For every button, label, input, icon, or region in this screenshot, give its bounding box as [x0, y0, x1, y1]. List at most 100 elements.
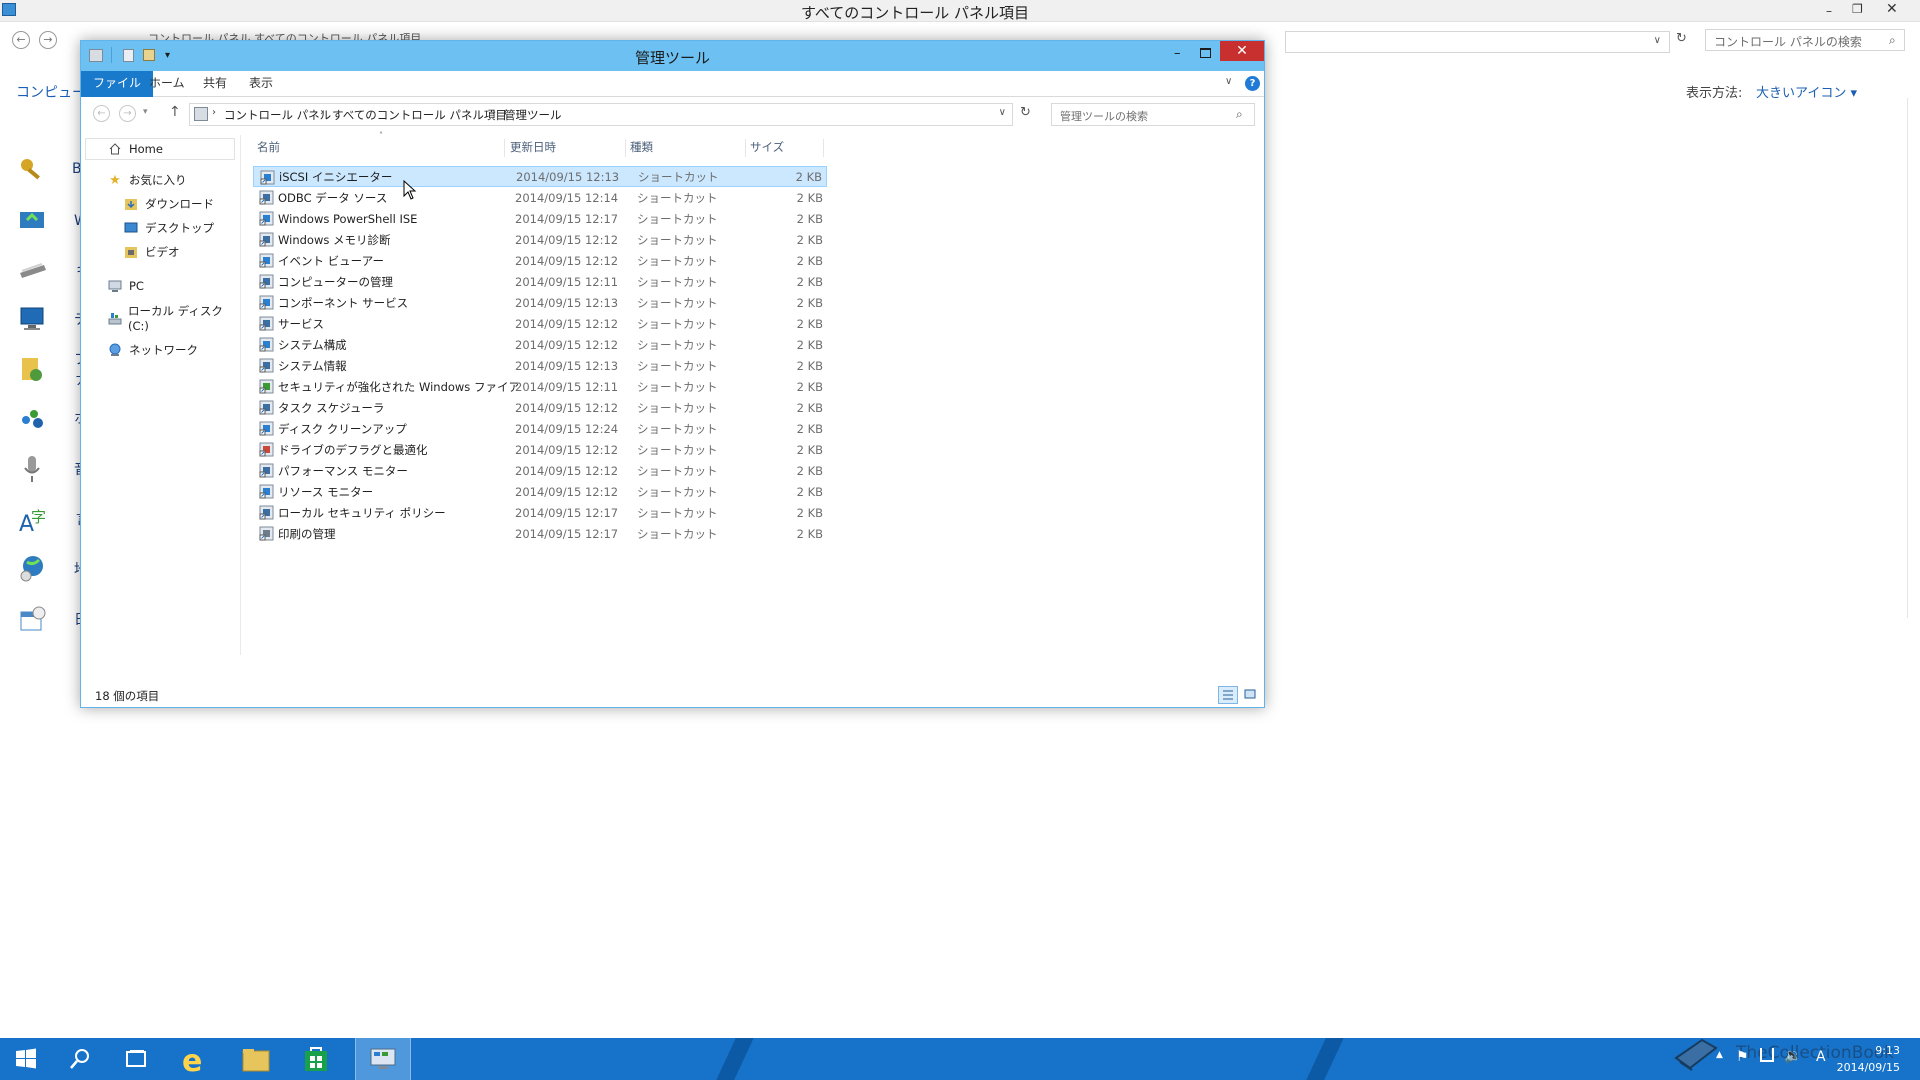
column-type[interactable]: 種類: [626, 139, 746, 157]
bg-search-icon[interactable]: ⌕: [1889, 33, 1896, 48]
task-view-button[interactable]: [110, 1038, 162, 1080]
start-button[interactable]: [0, 1038, 52, 1080]
file-row[interactable]: ODBC データ ソース 2014/09/15 12:14 ショートカット 2 KB: [253, 187, 827, 208]
shortcut-icon: [259, 526, 274, 541]
breadcrumb-all-items[interactable]: すべてのコントロール パネル項目: [332, 107, 507, 123]
bg-refresh-icon[interactable]: ↻: [1676, 31, 1687, 46]
file-row[interactable]: Windows メモリ診断 2014/09/15 12:12 ショートカット 2 KB: [253, 229, 827, 250]
file-row[interactable]: パフォーマンス モニター 2014/09/15 12:12 ショートカット 2 KB: [253, 460, 827, 481]
bg-forward-button[interactable]: →: [39, 31, 57, 49]
file-row[interactable]: コンピューターの管理 2014/09/15 12:11 ショートカット 2 KB: [253, 271, 827, 292]
nav-desktop[interactable]: デスクトップ: [123, 218, 214, 238]
bg-item-display[interactable]: デ: [18, 302, 88, 336]
tab-share[interactable]: 共有: [191, 71, 239, 97]
breadcrumb-control-panel[interactable]: コントロール パネル: [224, 107, 331, 123]
file-row[interactable]: タスク スケジューラ 2014/09/15 12:12 ショートカット 2 KB: [253, 397, 827, 418]
show-hidden-icons-icon[interactable]: ▲: [1716, 1050, 1723, 1060]
breadcrumb-separator-icon[interactable]: ›: [212, 107, 216, 118]
maximize-button[interactable]: [1200, 48, 1211, 58]
bg-item-keyboard[interactable]: キ: [18, 253, 90, 287]
nav-local-disk[interactable]: ローカル ディスク (C:): [107, 304, 240, 333]
bg-close-button[interactable]: ✕: [1886, 1, 1898, 17]
expand-ribbon-icon[interactable]: ∨: [1225, 76, 1232, 87]
nav-downloads[interactable]: ダウンロード: [123, 194, 214, 214]
clock[interactable]: 9:13 2014/09/15: [1837, 1042, 1900, 1076]
bg-restore-button[interactable]: ❐: [1852, 2, 1863, 16]
close-button[interactable]: ✕: [1220, 41, 1264, 61]
minimize-button[interactable]: –: [1174, 46, 1181, 61]
address-bar[interactable]: › コントロール パネル › すべてのコントロール パネル項目 › 管理ツール …: [189, 103, 1013, 126]
bg-search-input[interactable]: コントロール パネルの検索: [1705, 29, 1905, 51]
breadcrumb-admin-tools[interactable]: 管理ツール: [504, 107, 562, 123]
file-row[interactable]: Windows PowerShell ISE 2014/09/15 12:17 ショ…: [253, 208, 827, 229]
large-icons-view-button[interactable]: [1241, 686, 1261, 704]
tab-home[interactable]: ホーム: [137, 71, 197, 97]
store-icon[interactable]: [290, 1038, 342, 1080]
nav-home[interactable]: Home: [107, 139, 163, 159]
nav-favorites[interactable]: ★ お気に入り: [107, 170, 186, 190]
breadcrumb-separator-icon[interactable]: ›: [492, 107, 496, 118]
bg-item-homegroup[interactable]: ホ: [18, 401, 88, 435]
file-explorer-icon[interactable]: [230, 1038, 282, 1080]
nav-pc[interactable]: PC: [107, 276, 144, 296]
window-titlebar[interactable]: ▾ 管理ツール – ✕: [81, 41, 1264, 71]
bg-address-dropdown-icon[interactable]: ∨: [1654, 35, 1661, 46]
details-view-button[interactable]: [1218, 686, 1238, 704]
bg-back-button[interactable]: ←: [12, 31, 30, 49]
column-name[interactable]: 名前: [253, 139, 505, 157]
column-size[interactable]: サイズ: [746, 139, 824, 157]
bg-item-sound[interactable]: 音: [18, 452, 88, 486]
search-icon[interactable]: ⌕: [1236, 107, 1243, 122]
action-center-flag-icon[interactable]: ⚑: [1736, 1049, 1749, 1065]
desktop-icon: [123, 220, 139, 236]
home-icon: [107, 141, 123, 157]
nav-videos[interactable]: ビデオ: [123, 242, 180, 262]
breadcrumb-separator-icon[interactable]: ›: [320, 107, 324, 118]
file-row[interactable]: リソース モニター 2014/09/15 12:12 ショートカット 2 KB: [253, 481, 827, 502]
videos-folder-icon: [123, 244, 139, 260]
shortcut-icon: [259, 295, 274, 310]
bg-item-file-history[interactable]: ファ: [18, 352, 88, 388]
file-row[interactable]: イベント ビューアー 2014/09/15 12:12 ショートカット 2 KB: [253, 250, 827, 271]
network-tray-icon[interactable]: [1760, 1048, 1774, 1062]
file-size: 2 KB: [796, 274, 823, 289]
file-row[interactable]: コンポーネント サービス 2014/09/15 12:13 ショートカット 2 KB: [253, 292, 827, 313]
bg-address-bar[interactable]: ∨: [1285, 31, 1670, 53]
bg-minimize-button[interactable]: –: [1826, 4, 1832, 18]
search-input[interactable]: 管理ツールの検索: [1051, 103, 1255, 126]
control-panel-taskbar-button[interactable]: [355, 1038, 411, 1080]
refresh-icon[interactable]: ↻: [1020, 105, 1031, 120]
file-row[interactable]: iSCSI イニシエーター 2014/09/15 12:13 ショートカット 2 KB: [253, 166, 827, 187]
nav-network[interactable]: ネットワーク: [107, 340, 198, 360]
help-icon[interactable]: ?: [1245, 76, 1260, 91]
address-dropdown-icon[interactable]: ∨: [999, 107, 1006, 118]
column-date[interactable]: 更新日時: [506, 139, 626, 157]
recent-locations-icon[interactable]: ▾: [143, 107, 148, 117]
file-row[interactable]: システム情報 2014/09/15 12:13 ショートカット 2 KB: [253, 355, 827, 376]
bg-item-windows-update[interactable]: Wi: [18, 204, 91, 238]
bg-item-bitlocker[interactable]: Bit: [18, 152, 91, 186]
file-row[interactable]: ディスク クリーンアップ 2014/09/15 12:24 ショートカット 2 KB: [253, 418, 827, 439]
file-row[interactable]: システム構成 2014/09/15 12:12 ショートカット 2 KB: [253, 334, 827, 355]
up-button[interactable]: ↑: [169, 104, 181, 120]
bg-item-date-time[interactable]: 日: [18, 602, 88, 636]
tab-view[interactable]: 表示: [237, 71, 285, 97]
internet-explorer-icon[interactable]: e: [170, 1038, 222, 1080]
bg-item-language[interactable]: A字言: [18, 502, 90, 536]
file-row[interactable]: 印刷の管理 2014/09/15 12:17 ショートカット 2 KB: [253, 523, 827, 544]
ime-indicator[interactable]: A: [1816, 1049, 1826, 1065]
file-row[interactable]: セキュリティが強化された Windows ファイアウ... 2014/09/15 …: [253, 376, 827, 397]
file-size: 2 KB: [796, 421, 823, 436]
file-date: 2014/09/15 12:17: [515, 526, 619, 541]
file-row[interactable]: ローカル セキュリティ ポリシー 2014/09/15 12:17 ショートカット 2…: [253, 502, 827, 523]
file-row[interactable]: ドライブのデフラグと最適化 2014/09/15 12:12 ショートカット 2 KB: [253, 439, 827, 460]
file-name: ドライブのデフラグと最適化: [278, 442, 428, 457]
file-name: タスク スケジューラ: [278, 400, 385, 415]
search-taskbar-button[interactable]: [54, 1038, 106, 1080]
bg-item-region[interactable]: 地: [18, 552, 88, 586]
forward-button[interactable]: →: [119, 105, 136, 122]
back-button[interactable]: ←: [93, 105, 110, 122]
volume-icon[interactable]: 🔉: [1784, 1048, 1801, 1064]
bg-view-selector[interactable]: 大きいアイコン ▾: [1756, 82, 1857, 101]
file-row[interactable]: サービス 2014/09/15 12:12 ショートカット 2 KB: [253, 313, 827, 334]
